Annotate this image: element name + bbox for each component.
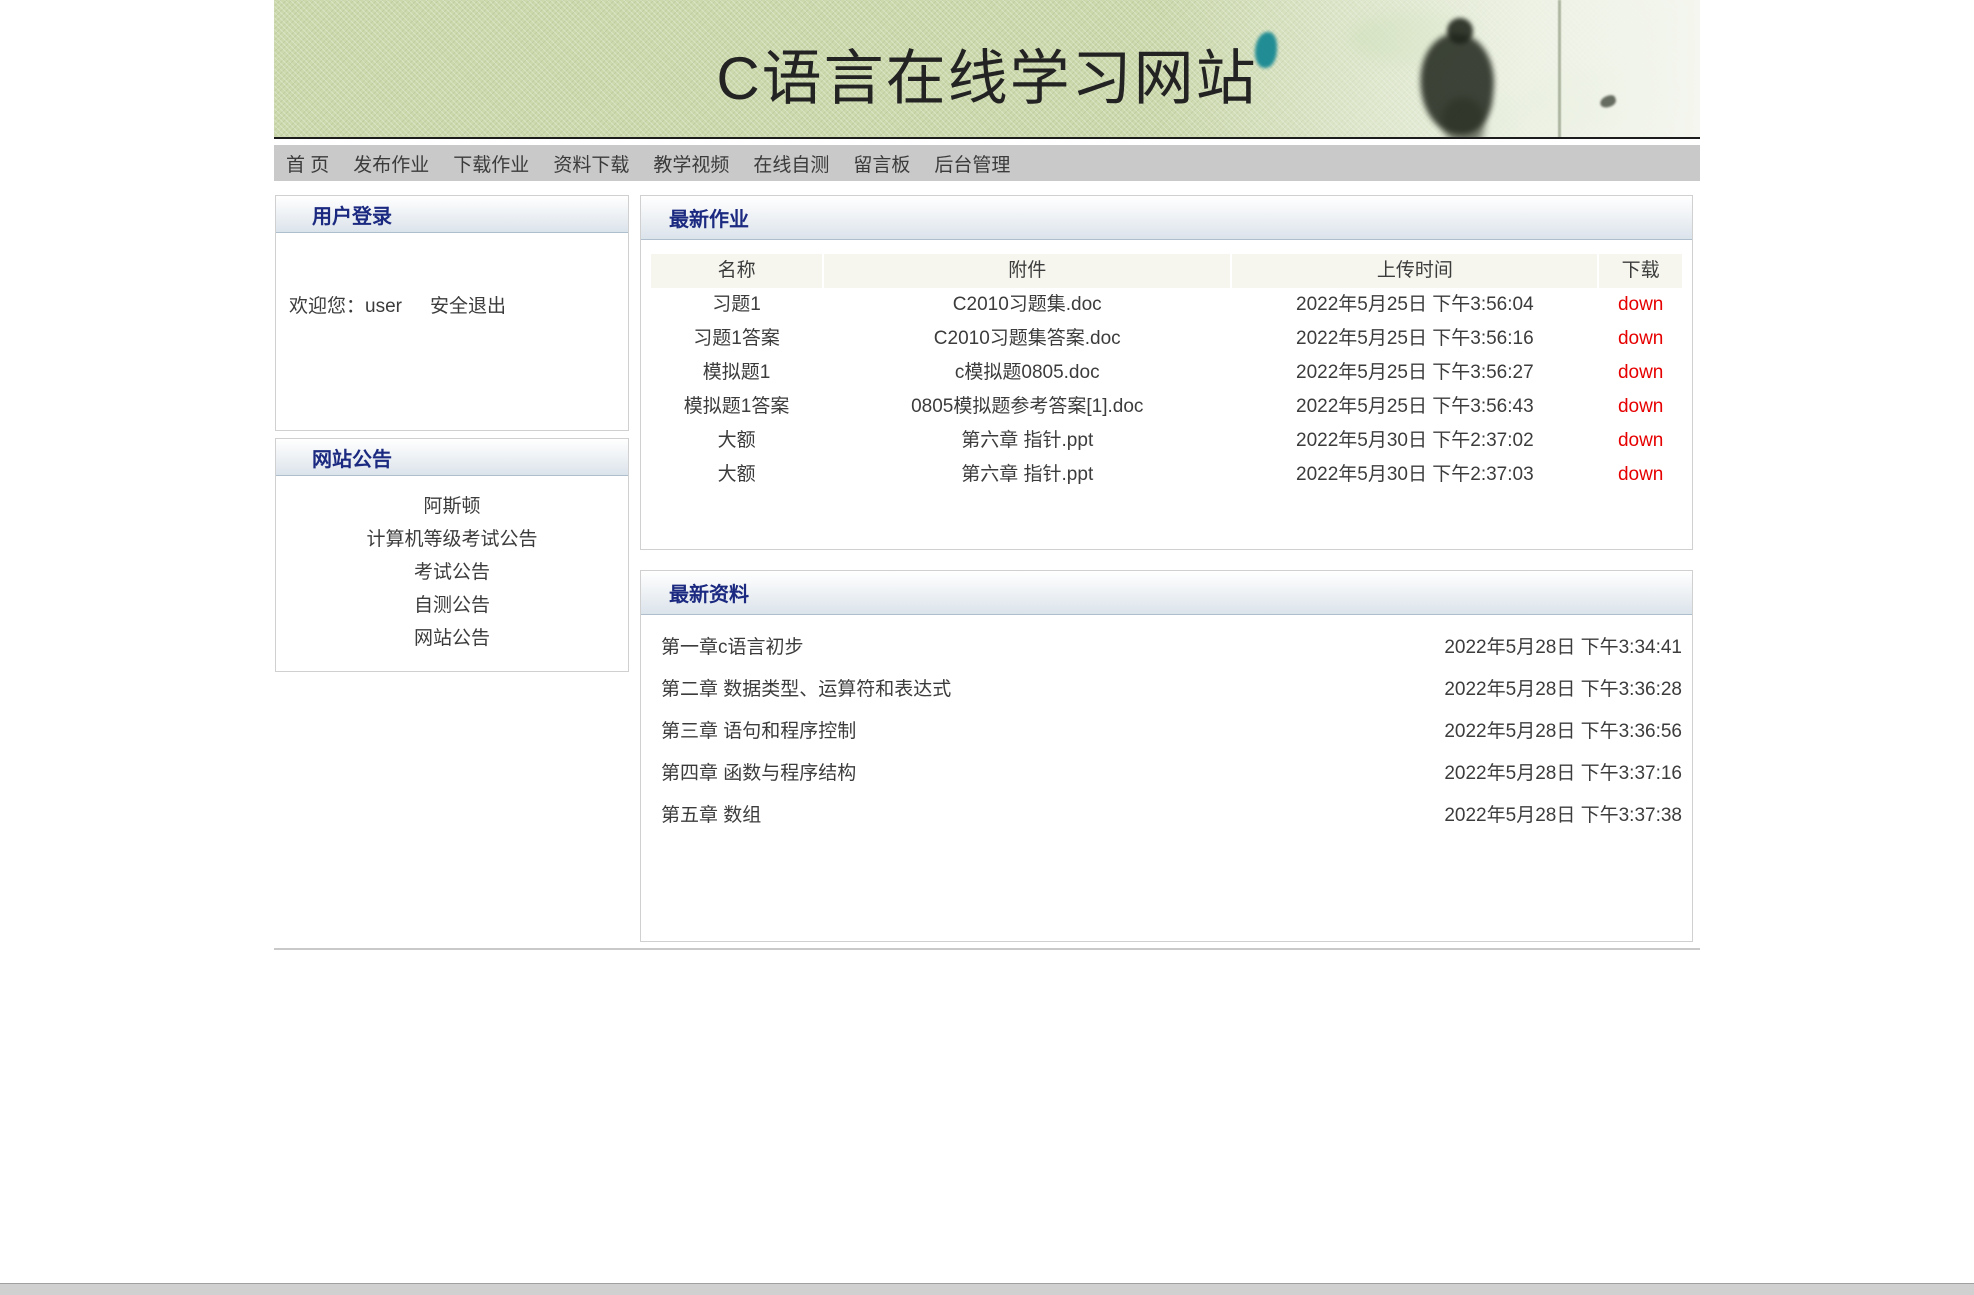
notice-item[interactable]: 考试公告 <box>276 556 628 589</box>
material-time: 2022年5月28日 下午3:34:41 <box>1444 637 1682 658</box>
nav-item-material-download[interactable]: 资料下载 <box>553 150 629 177</box>
download-link[interactable]: down <box>1618 362 1663 383</box>
download-link[interactable]: down <box>1618 328 1663 349</box>
nav-item-message-board[interactable]: 留言板 <box>853 150 910 177</box>
homework-time: 2022年5月25日 下午3:56:04 <box>1296 294 1534 315</box>
material-time: 2022年5月28日 下午3:36:28 <box>1444 679 1682 700</box>
panel-title: 最新资料 <box>669 584 749 606</box>
materials-list: 第一章c语言初步 2022年5月28日 下午3:34:41 第二章 数据类型、运… <box>641 627 1692 837</box>
homework-time: 2022年5月25日 下午3:56:43 <box>1296 396 1534 417</box>
nav-item-admin[interactable]: 后台管理 <box>934 150 1010 177</box>
nav-item-teaching-video[interactable]: 教学视频 <box>653 150 729 177</box>
panel-header: 最新资料 <box>641 571 1692 615</box>
homework-file: 0805模拟题参考答案[1].doc <box>911 396 1144 417</box>
user-login-panel: 用户登录 欢迎您：user 安全退出 <box>275 195 629 431</box>
homework-name: 模拟题1 <box>702 362 771 383</box>
download-link[interactable]: down <box>1618 430 1663 451</box>
material-time: 2022年5月28日 下午3:37:38 <box>1444 805 1682 826</box>
panel-header: 网站公告 <box>276 439 628 476</box>
material-time: 2022年5月28日 下午3:36:56 <box>1444 721 1682 742</box>
panel-header: 最新作业 <box>641 196 1692 240</box>
material-link[interactable]: 第一章c语言初步 <box>661 627 804 669</box>
logout-link[interactable]: 安全退出 <box>430 296 506 317</box>
nav-item-publish-homework[interactable]: 发布作业 <box>353 150 429 177</box>
homework-file: C2010习题集答案.doc <box>933 328 1121 349</box>
homework-time: 2022年5月25日 下午3:56:16 <box>1296 328 1534 349</box>
homework-file: c模拟题0805.doc <box>954 362 1100 383</box>
welcome-line: 欢迎您：user 安全退出 <box>276 233 628 318</box>
table-row: 模拟题1 c模拟题0805.doc 2022年5月25日 下午3:56:27 d… <box>651 356 1682 390</box>
nav-item-download-homework[interactable]: 下载作业 <box>453 150 529 177</box>
download-link[interactable]: down <box>1618 396 1663 417</box>
homework-file: 第六章 指针.ppt <box>961 430 1094 451</box>
homework-name: 习题1答案 <box>693 328 780 349</box>
material-link[interactable]: 第二章 数据类型、运算符和表达式 <box>661 669 951 711</box>
panel-title: 最新作业 <box>669 209 749 231</box>
list-item: 第二章 数据类型、运算符和表达式 2022年5月28日 下午3:36:28 <box>641 669 1692 711</box>
column-header-time: 上传时间 <box>1232 254 1598 288</box>
material-link[interactable]: 第五章 数组 <box>661 795 761 837</box>
homework-table: 名称 附件 上传时间 下载 习题1 C2010习题集.doc 2022年5月25… <box>651 254 1682 492</box>
site-banner: C语言在线学习网站 <box>274 0 1700 139</box>
homework-name: 大额 <box>717 464 756 485</box>
homework-file: C2010习题集.doc <box>952 294 1102 315</box>
latest-homework-panel: 最新作业 名称 附件 上传时间 下载 习题1 C2010习题集.doc 2022… <box>640 195 1693 550</box>
column-header-download: 下载 <box>1599 254 1682 288</box>
username: user <box>365 296 402 317</box>
footer-divider <box>274 948 1700 950</box>
column-header-name: 名称 <box>651 254 823 288</box>
window-bottom-bar <box>0 1283 1974 1295</box>
nav-item-home[interactable]: 首 页 <box>286 150 329 177</box>
list-item: 第五章 数组 2022年5月28日 下午3:37:38 <box>641 795 1692 837</box>
table-row: 模拟题1答案 0805模拟题参考答案[1].doc 2022年5月25日 下午3… <box>651 390 1682 424</box>
table-row: 大额 第六章 指针.ppt 2022年5月30日 下午2:37:03 down <box>651 458 1682 492</box>
material-link[interactable]: 第三章 语句和程序控制 <box>661 711 856 753</box>
homework-name: 模拟题1答案 <box>683 396 790 417</box>
notice-list: 阿斯顿 计算机等级考试公告 考试公告 自测公告 网站公告 <box>276 476 628 655</box>
table-row: 大额 第六章 指针.ppt 2022年5月30日 下午2:37:02 down <box>651 424 1682 458</box>
list-item: 第四章 函数与程序结构 2022年5月28日 下午3:37:16 <box>641 753 1692 795</box>
homework-time: 2022年5月30日 下午2:37:02 <box>1296 430 1534 451</box>
nav-item-online-test[interactable]: 在线自测 <box>753 150 829 177</box>
panel-title: 网站公告 <box>312 448 392 471</box>
notice-item[interactable]: 网站公告 <box>276 622 628 655</box>
site-notice-panel: 网站公告 阿斯顿 计算机等级考试公告 考试公告 自测公告 网站公告 <box>275 438 629 672</box>
homework-name: 大额 <box>717 430 756 451</box>
welcome-prefix: 欢迎您： <box>289 296 366 317</box>
homework-time: 2022年5月25日 下午3:56:27 <box>1296 362 1534 383</box>
download-link[interactable]: down <box>1618 464 1663 485</box>
latest-materials-panel: 最新资料 第一章c语言初步 2022年5月28日 下午3:34:41 第二章 数… <box>640 570 1693 942</box>
site-title: C语言在线学习网站 <box>716 45 1258 112</box>
panel-title: 用户登录 <box>312 205 392 228</box>
notice-item[interactable]: 阿斯顿 <box>276 490 628 523</box>
homework-time: 2022年5月30日 下午2:37:03 <box>1296 464 1534 485</box>
list-item: 第一章c语言初步 2022年5月28日 下午3:34:41 <box>641 627 1692 669</box>
column-header-file: 附件 <box>824 254 1231 288</box>
material-link[interactable]: 第四章 函数与程序结构 <box>661 753 856 795</box>
homework-table-header: 名称 附件 上传时间 下载 <box>651 254 1682 288</box>
homework-name: 习题1 <box>712 294 761 315</box>
notice-item[interactable]: 计算机等级考试公告 <box>276 523 628 556</box>
notice-item[interactable]: 自测公告 <box>276 589 628 622</box>
list-item: 第三章 语句和程序控制 2022年5月28日 下午3:36:56 <box>641 711 1692 753</box>
main-nav: 首 页 发布作业 下载作业 资料下载 教学视频 在线自测 留言板 后台管理 <box>274 145 1700 181</box>
panel-header: 用户登录 <box>276 196 628 233</box>
material-time: 2022年5月28日 下午3:37:16 <box>1444 763 1682 784</box>
homework-file: 第六章 指针.ppt <box>961 464 1094 485</box>
table-row: 习题1答案 C2010习题集答案.doc 2022年5月25日 下午3:56:1… <box>651 322 1682 356</box>
table-row: 习题1 C2010习题集.doc 2022年5月25日 下午3:56:04 do… <box>651 288 1682 322</box>
download-link[interactable]: down <box>1618 294 1663 315</box>
